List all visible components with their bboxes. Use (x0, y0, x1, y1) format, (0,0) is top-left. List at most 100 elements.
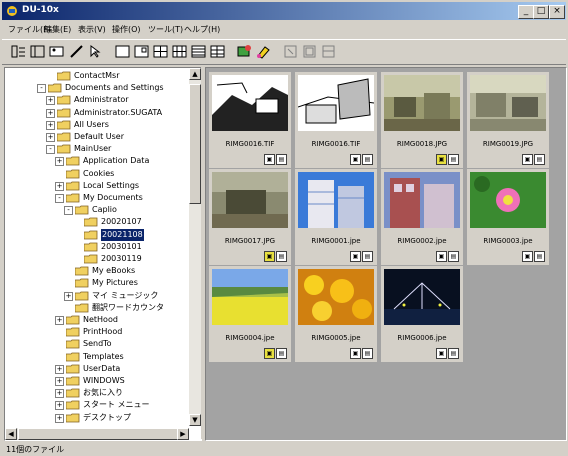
thumbnail-item[interactable]: RIMG0005.jpe ▣ ▤ (295, 266, 377, 362)
mark-icon[interactable]: ▣ (522, 154, 533, 165)
expand-icon[interactable]: + (64, 291, 73, 301)
title-bar[interactable]: DU-10x _ □ × (2, 2, 566, 20)
folder-view-icon[interactable] (29, 43, 46, 60)
folder-tree-pane[interactable]: ContactMsr - Documents and Settings + Admini… (4, 67, 202, 441)
expand-icon[interactable]: + (55, 181, 64, 191)
list-view-icon[interactable] (190, 43, 207, 60)
mark-icon[interactable]: ▣ (350, 348, 361, 359)
thumbnail-pane[interactable]: RIMG0016.TIF ▣ ▤ RIMG0016.TIF ▣ ▤ RIMG0018.JPG… (205, 67, 567, 441)
pen-tool-icon[interactable] (68, 43, 85, 60)
hscroll-thumb[interactable] (18, 428, 178, 440)
thumbnail-item[interactable]: RIMG0006.jpe ▣ ▤ (381, 266, 463, 362)
rotate-icon[interactable] (282, 43, 299, 60)
info-icon[interactable]: ▤ (448, 348, 459, 359)
minimize-button[interactable]: _ (518, 5, 534, 19)
mark-icon[interactable]: ▣ (350, 154, 361, 165)
mark-icon[interactable]: ▣ (264, 348, 275, 359)
menu-view[interactable]: 表示(V) (78, 24, 106, 35)
menu-tools[interactable]: ツール(T) (148, 24, 183, 35)
grid-view-icon[interactable] (171, 43, 188, 60)
mark-icon[interactable]: ▣ (436, 154, 447, 165)
tree-item-label: Documents and Settings (65, 83, 164, 93)
expand-icon[interactable]: + (46, 120, 55, 130)
scroll-thumb[interactable] (189, 84, 201, 204)
info-icon[interactable]: ▤ (276, 348, 287, 359)
scroll-up-icon[interactable]: ▲ (189, 68, 201, 80)
mark-icon[interactable]: ▣ (522, 251, 533, 262)
info-icon[interactable]: ▤ (448, 154, 459, 165)
thumbnail-image[interactable] (470, 75, 546, 131)
thumbnail-item[interactable]: RIMG0016.TIF ▣ ▤ (295, 72, 377, 168)
thumbnail-image[interactable] (212, 172, 288, 228)
thumbnail-item[interactable]: RIMG0018.JPG ▣ ▤ (381, 72, 463, 168)
expand-icon[interactable]: + (55, 364, 64, 374)
thumbnail-image[interactable] (298, 75, 374, 131)
collapse-icon[interactable]: - (64, 206, 73, 216)
expand-icon[interactable]: + (55, 316, 64, 325)
expand-icon[interactable]: + (46, 96, 55, 106)
scroll-right-icon[interactable]: ▶ (177, 428, 189, 440)
menu-operation[interactable]: 操作(O) (112, 24, 141, 35)
thumbnail-image[interactable] (470, 172, 546, 228)
info-icon[interactable]: ▤ (448, 251, 459, 262)
thumbnail-item[interactable]: RIMG0019.JPG ▣ ▤ (467, 72, 549, 168)
split-view-icon[interactable] (133, 43, 150, 60)
info-icon[interactable]: ▤ (534, 154, 545, 165)
details-view-icon[interactable] (209, 43, 226, 60)
thumbnail-image[interactable] (298, 269, 374, 325)
expand-icon[interactable]: + (46, 108, 55, 118)
collapse-icon[interactable]: - (37, 84, 46, 94)
menu-help[interactable]: ヘルプ(H) (184, 24, 220, 35)
thumbnail-item[interactable]: RIMG0016.TIF ▣ ▤ (209, 72, 291, 168)
expand-icon[interactable]: + (55, 377, 64, 386)
thumbnail-image[interactable] (384, 75, 460, 131)
info-icon[interactable]: ▤ (362, 251, 373, 262)
thumbnail-item[interactable]: RIMG0004.jpe ▣ ▤ (209, 266, 291, 362)
mark-icon[interactable]: ▣ (436, 251, 447, 262)
collapse-icon[interactable]: - (55, 194, 64, 203)
expand-icon[interactable]: + (55, 157, 64, 167)
thumbnail-item[interactable]: RIMG0002.jpe ▣ ▤ (381, 169, 463, 265)
info-icon[interactable]: ▤ (534, 251, 545, 262)
expand-icon[interactable]: + (55, 401, 64, 411)
thumbnail-item[interactable]: RIMG0017.JPG ▣ ▤ (209, 169, 291, 265)
scroll-down-icon[interactable]: ▼ (189, 414, 201, 426)
maximize-button[interactable]: □ (533, 5, 549, 19)
expand-icon[interactable]: + (46, 133, 55, 142)
paint-icon[interactable] (255, 43, 272, 60)
close-button[interactable]: × (549, 5, 565, 19)
thumbnail-image[interactable] (384, 269, 460, 325)
mark-icon[interactable]: ▣ (264, 154, 275, 165)
single-view-icon[interactable] (114, 43, 131, 60)
thumbnail-image[interactable] (212, 75, 288, 131)
expand-icon[interactable]: + (55, 413, 64, 423)
info-icon[interactable]: ▤ (276, 251, 287, 262)
menu-bar: ファイル(F) 編集(E) 表示(V) 操作(O) ツール(T) ヘルプ(H) (2, 21, 566, 37)
mark-icon[interactable]: ▣ (436, 348, 447, 359)
mark-icon[interactable]: ▣ (264, 251, 275, 262)
thumbnail-item[interactable]: RIMG0001.jpe ▣ ▤ (295, 169, 377, 265)
thumbnail-image[interactable] (298, 172, 374, 228)
collapse-icon[interactable]: - (46, 145, 55, 155)
thumbnail-image[interactable] (384, 172, 460, 228)
folder-icon (65, 315, 80, 325)
tree-horizontal-scrollbar[interactable]: ◀ ▶ (5, 428, 189, 440)
thumbnail-image[interactable] (212, 269, 288, 325)
mark-icon[interactable]: ▣ (350, 251, 361, 262)
scroll-left-icon[interactable]: ◀ (5, 428, 17, 440)
thumbnail-item[interactable]: RIMG0003.jpe ▣ ▤ (467, 169, 549, 265)
grid4-view-icon[interactable] (152, 43, 169, 60)
info-icon[interactable]: ▤ (276, 154, 287, 165)
info-icon[interactable]: ▤ (362, 348, 373, 359)
folder-icon (65, 376, 80, 386)
expand-icon[interactable]: + (55, 389, 64, 399)
info-icon[interactable]: ▤ (362, 154, 373, 165)
pointer-icon[interactable] (87, 43, 104, 60)
tree-vertical-scrollbar[interactable]: ▲ ▼ (189, 68, 201, 426)
slideshow-icon[interactable] (320, 43, 337, 60)
menu-edit[interactable]: 編集(E) (44, 24, 71, 35)
image-edit-icon[interactable] (236, 43, 253, 60)
image-view-icon[interactable] (48, 43, 65, 60)
print-icon[interactable] (301, 43, 318, 60)
tree-view-icon[interactable] (10, 43, 27, 60)
